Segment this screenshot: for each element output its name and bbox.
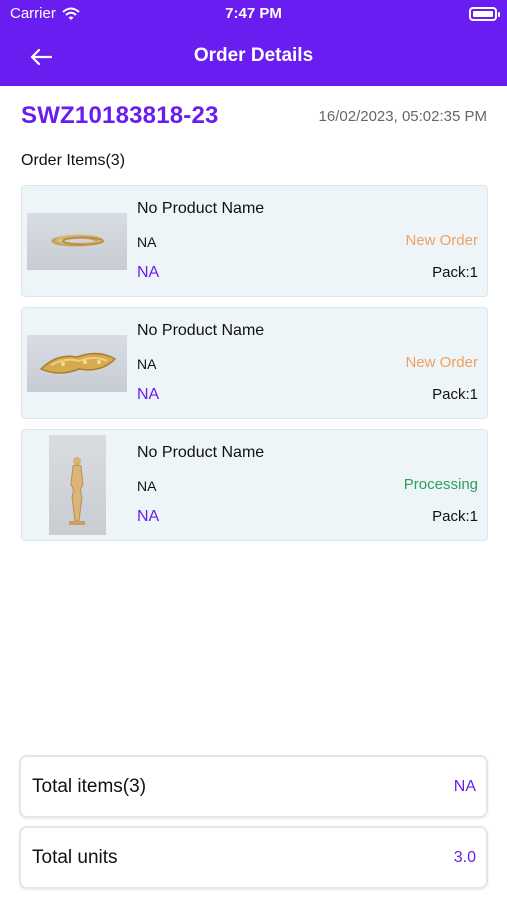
total-items-value: NA (453, 778, 476, 795)
total-units-value: 3.0 (453, 849, 476, 866)
order-item-card[interactable]: No Product Name NA NA Processing Pack:1 (21, 429, 488, 541)
gold-bracelet-image (27, 335, 127, 392)
status-badge: New Order (405, 232, 478, 249)
status-bar: Carrier 7:47 PM (0, 0, 507, 28)
battery-icon (469, 7, 500, 21)
total-items-summary: Total items(3) NA (19, 755, 488, 818)
product-price: NA (137, 508, 160, 525)
pack-count: Pack:1 (432, 386, 478, 403)
clock: 7:47 PM (225, 5, 282, 22)
status-badge: Processing (403, 476, 478, 493)
app-header: Carrier 7:47 PM Order Details (0, 0, 507, 86)
product-name: No Product Name (137, 444, 265, 461)
product-subtitle: NA (137, 356, 157, 372)
nav-bar: Order Details (0, 28, 507, 86)
product-subtitle: NA (137, 478, 157, 494)
pack-count: Pack:1 (432, 508, 478, 525)
gold-statue-image (49, 435, 106, 535)
product-name: No Product Name (137, 322, 265, 339)
order-details-screen: Carrier 7:47 PM Order Details SWZ1018381… (0, 0, 507, 900)
product-price: NA (137, 386, 160, 403)
gold-bangles-image (27, 213, 127, 270)
product-name: No Product Name (137, 200, 265, 217)
order-item-card[interactable]: No Product Name NA NA New Order Pack:1 (21, 307, 488, 419)
page-title: Order Details (193, 45, 314, 66)
order-items-heading: Order Items(3) (21, 152, 126, 169)
total-units-label: Total units (32, 847, 118, 868)
status-badge: New Order (405, 354, 478, 371)
product-subtitle: NA (137, 234, 157, 250)
total-units-summary: Total units 3.0 (19, 826, 488, 889)
total-items-label: Total items(3) (32, 776, 147, 797)
pack-count: Pack:1 (432, 264, 478, 281)
product-price: NA (137, 264, 160, 281)
order-item-card[interactable]: No Product Name NA NA New Order Pack:1 (21, 185, 488, 297)
order-date: 16/02/2023, 05:02:35 PM (318, 108, 487, 125)
order-id: SWZ10183818-23 (21, 102, 219, 129)
